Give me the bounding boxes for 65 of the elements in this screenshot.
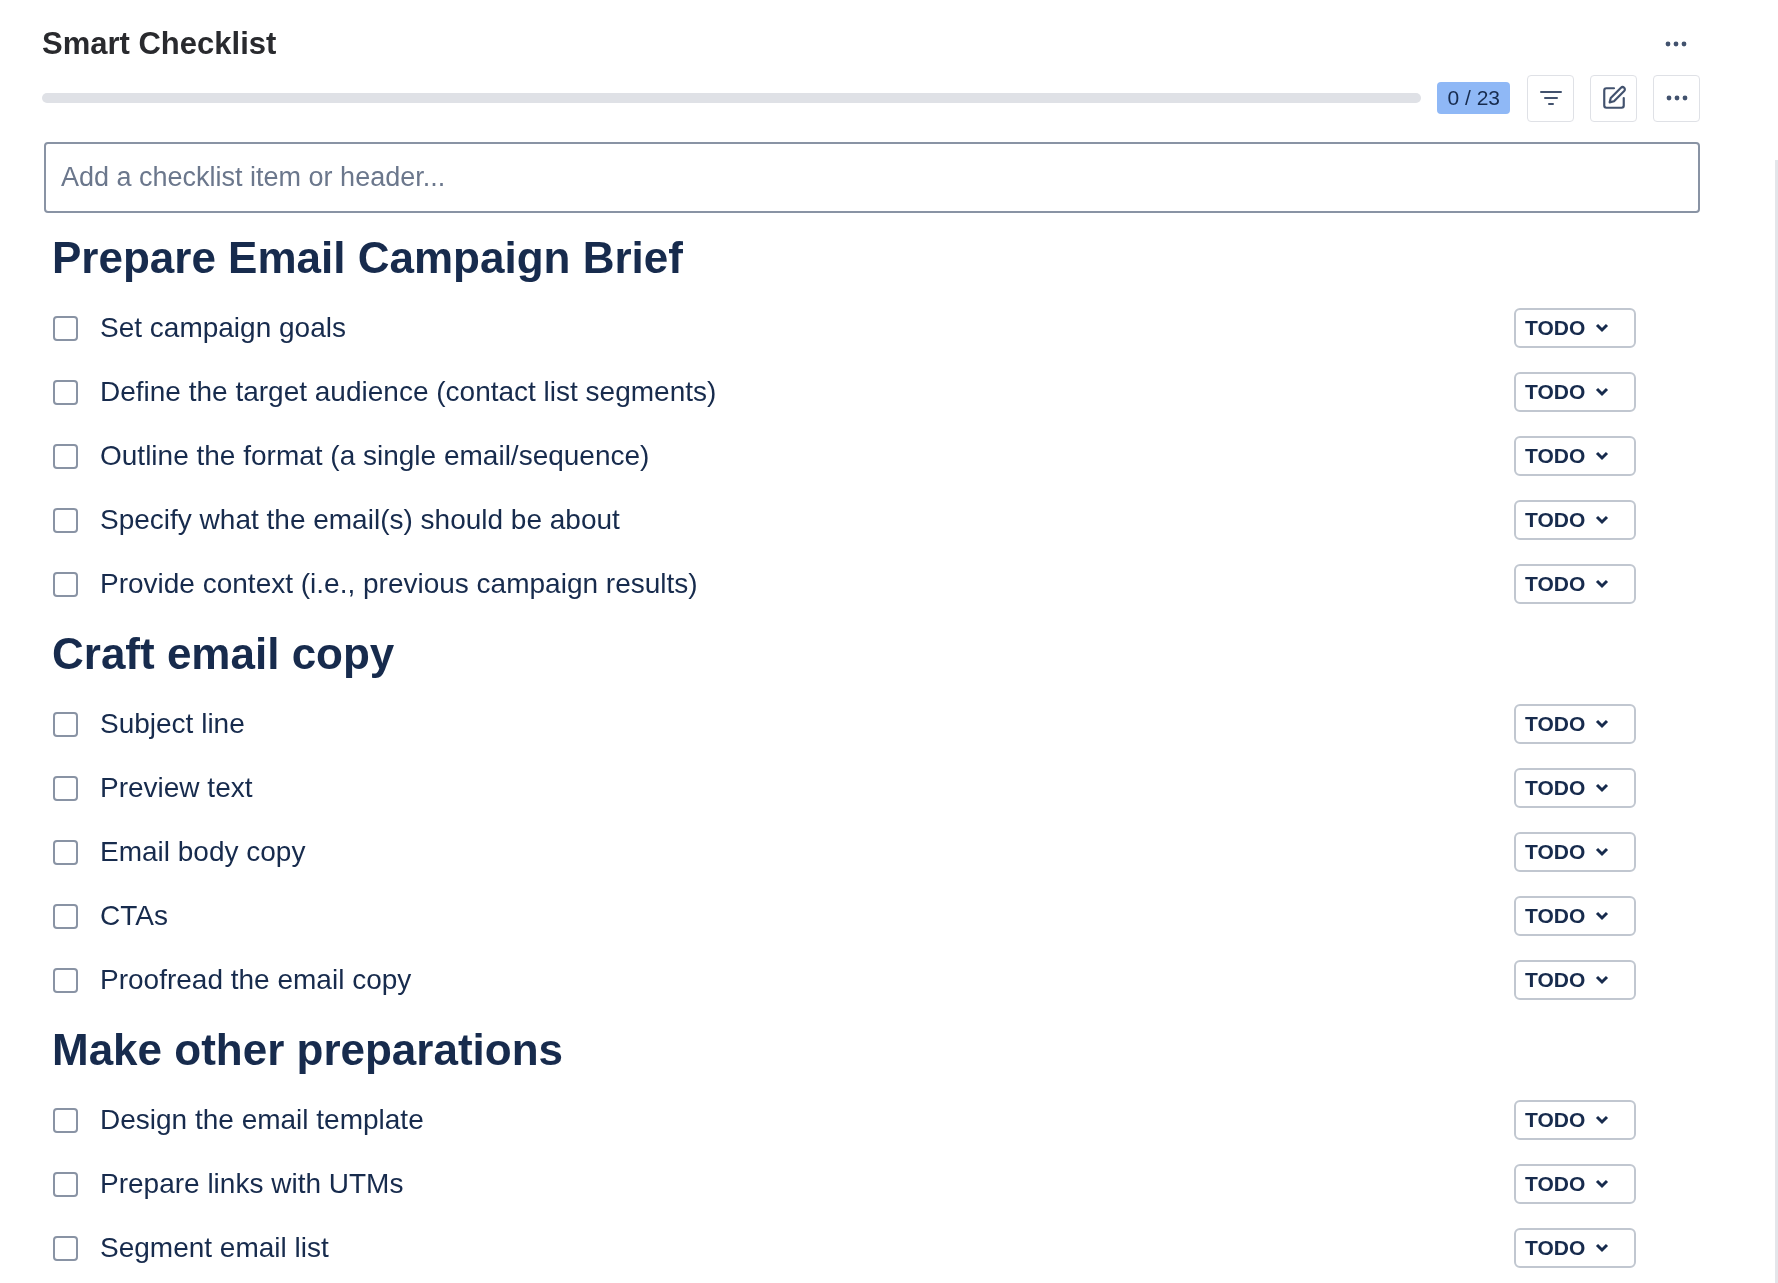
chevron-down-icon xyxy=(1595,719,1610,729)
chevron-down-icon xyxy=(1595,1115,1610,1125)
section-header: Craft email copy xyxy=(52,628,396,680)
item-text: Set campaign goals xyxy=(100,311,346,345)
edit-icon xyxy=(1600,85,1627,111)
chevron-down-icon xyxy=(1595,579,1610,589)
item-text: Outline the format (a single email/sequence) xyxy=(100,439,650,473)
item-text: Specify what the email(s) should be about xyxy=(100,503,620,537)
more-icon xyxy=(1665,95,1688,101)
status-dropdown[interactable]: TODO xyxy=(1514,1164,1636,1204)
status-dropdown[interactable]: TODO xyxy=(1514,564,1636,604)
checkbox[interactable] xyxy=(53,775,78,801)
item-text: CTAs xyxy=(100,899,168,933)
chevron-down-icon xyxy=(1595,911,1610,921)
item-text: Email body copy xyxy=(100,835,306,869)
item-text: Provide context (i.e., previous campaign results) xyxy=(100,567,698,601)
item-text: Preview text xyxy=(100,771,253,805)
status-dropdown[interactable]: TODO xyxy=(1514,500,1636,540)
checkbox[interactable] xyxy=(53,379,78,405)
item-text: Segment email list xyxy=(100,1231,329,1265)
item-text: Design the email template xyxy=(100,1103,424,1137)
chevron-down-icon xyxy=(1595,387,1610,397)
checkbox[interactable] xyxy=(53,1107,78,1133)
chevron-down-icon xyxy=(1595,847,1610,857)
more-button[interactable] xyxy=(1653,74,1700,122)
progress-count: 0 / 23 xyxy=(1437,82,1510,114)
item-text: Prepare links with UTMs xyxy=(100,1167,404,1201)
checkbox[interactable] xyxy=(53,443,78,469)
checkbox[interactable] xyxy=(53,967,78,993)
checkbox[interactable] xyxy=(53,315,78,341)
status-dropdown[interactable]: TODO xyxy=(1514,896,1636,936)
filter-icon xyxy=(1539,90,1562,106)
item-text: Subject line xyxy=(100,707,245,741)
status-dropdown[interactable]: TODO xyxy=(1514,308,1636,348)
section-header: Prepare Email Campaign Brief xyxy=(52,232,684,284)
add-item-field[interactable]: Add a checklist item or header... xyxy=(44,142,1700,213)
chevron-down-icon xyxy=(1595,451,1610,461)
status-dropdown[interactable]: TODO xyxy=(1514,1100,1636,1140)
checkbox[interactable] xyxy=(53,571,78,597)
edit-button[interactable] xyxy=(1590,74,1637,122)
status-dropdown[interactable]: TODO xyxy=(1514,832,1636,872)
status-dropdown[interactable]: TODO xyxy=(1514,436,1636,476)
status-dropdown[interactable]: TODO xyxy=(1514,372,1636,412)
status-dropdown[interactable]: TODO xyxy=(1514,704,1636,744)
chevron-down-icon xyxy=(1595,323,1610,333)
checkbox[interactable] xyxy=(53,839,78,865)
chevron-down-icon xyxy=(1595,1243,1610,1253)
item-text: Proofread the email copy xyxy=(100,963,412,997)
status-dropdown[interactable]: TODO xyxy=(1514,1228,1636,1268)
status-dropdown[interactable]: TODO xyxy=(1514,768,1636,808)
chevron-down-icon xyxy=(1595,515,1610,525)
chevron-down-icon xyxy=(1595,975,1610,985)
checkbox[interactable] xyxy=(53,1235,78,1261)
section-header: Make other preparations xyxy=(52,1024,565,1076)
checkbox[interactable] xyxy=(53,903,78,929)
checkbox[interactable] xyxy=(53,1171,78,1197)
checkbox[interactable] xyxy=(53,507,78,533)
status-dropdown[interactable]: TODO xyxy=(1514,960,1636,1000)
filter-button[interactable] xyxy=(1527,74,1574,122)
chevron-down-icon xyxy=(1595,1179,1610,1189)
more-icon xyxy=(1665,41,1687,47)
checkbox[interactable] xyxy=(53,711,78,737)
item-text: Define the target audience (contact list segments) xyxy=(100,375,717,409)
panel-title: Smart Checklist xyxy=(42,24,277,63)
chevron-down-icon xyxy=(1595,783,1610,793)
